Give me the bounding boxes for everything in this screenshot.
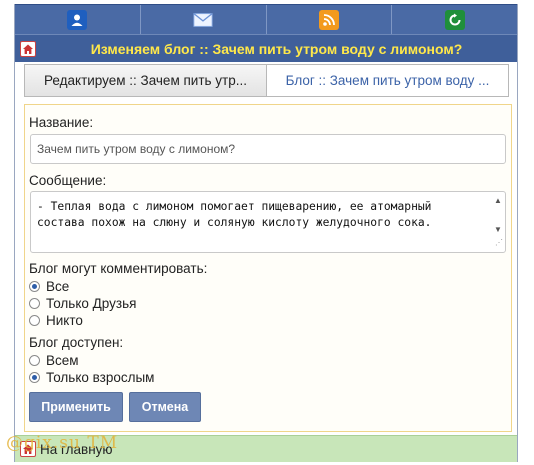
tab-bar: Редактируем :: Зачем пить утр... Блог ::… [24, 64, 509, 97]
tab-edit[interactable]: Редактируем :: Зачем пить утр... [25, 65, 267, 96]
scroll-down-icon[interactable]: ▼ [494, 225, 502, 234]
comment-option-friends[interactable]: Только Друзья [29, 296, 136, 311]
page-title: Изменяем блог :: Зачем пить утром воду с… [90, 40, 463, 57]
message-textarea[interactable]: - Теплая вода с лимоном помогает пищевар… [30, 191, 506, 253]
title-bar: Изменяем блог :: Зачем пить утром воду с… [15, 34, 517, 62]
home-icon[interactable] [20, 40, 36, 57]
radio-button[interactable] [29, 372, 40, 383]
mobile-page: Изменяем блог :: Зачем пить утром воду с… [14, 4, 518, 462]
apply-button[interactable]: Применить [29, 392, 123, 422]
comment-option-nobody[interactable]: Никто [29, 313, 83, 328]
message-label: Сообщение: [29, 173, 107, 188]
access-option-adults[interactable]: Только взрослым [29, 370, 154, 385]
mail-icon [193, 10, 213, 30]
profile-link[interactable] [15, 5, 141, 34]
comment-option-all[interactable]: Все [29, 279, 69, 294]
home-icon[interactable] [20, 441, 36, 457]
mail-link[interactable] [141, 5, 267, 34]
refresh-link[interactable] [392, 5, 517, 34]
name-label: Название: [29, 115, 94, 130]
footer-bar: На главную [15, 435, 517, 462]
textarea-scrollbar[interactable]: ▲ ▼ ⋰ [491, 192, 505, 252]
user-icon [67, 9, 88, 30]
scroll-up-icon[interactable]: ▲ [494, 196, 502, 205]
radio-label: Всем [46, 353, 79, 368]
resize-grip-icon[interactable]: ⋰ [495, 238, 503, 247]
top-icon-bar [15, 4, 517, 34]
access-option-everyone[interactable]: Всем [29, 353, 79, 368]
access-label: Блог доступен: [29, 335, 124, 350]
radio-label: Только Друзья [46, 296, 137, 311]
radio-button[interactable] [29, 298, 40, 309]
radio-label: Никто [46, 313, 83, 328]
tab-blog[interactable]: Блог :: Зачем пить утром воду ... [267, 65, 508, 96]
radio-label: Только взрослым [46, 370, 155, 385]
blog-edit-form: Название: Сообщение: - Теплая вода с лим… [24, 104, 512, 432]
rss-link[interactable] [267, 5, 393, 34]
refresh-icon [444, 9, 465, 30]
radio-button[interactable] [29, 355, 40, 366]
rss-icon [318, 9, 339, 30]
home-link[interactable]: На главную [40, 442, 113, 457]
cancel-button[interactable]: Отмена [129, 392, 201, 422]
name-field[interactable] [30, 134, 506, 164]
radio-button[interactable] [29, 315, 40, 326]
message-text: - Теплая вода с лимоном помогает пищевар… [37, 200, 439, 229]
comment-permission-label: Блог могут комментировать: [29, 261, 208, 276]
radio-label: Все [46, 279, 70, 294]
radio-button[interactable] [29, 281, 40, 292]
